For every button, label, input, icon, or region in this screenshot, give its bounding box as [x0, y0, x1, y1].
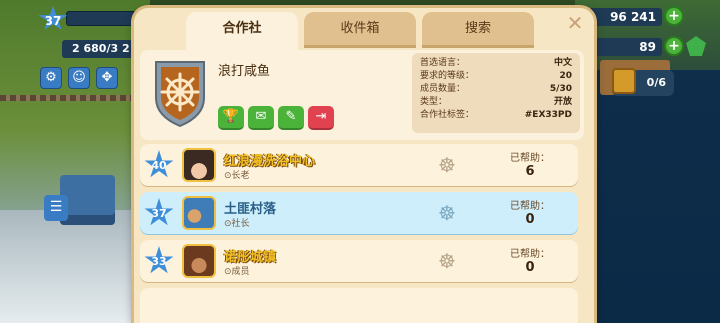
chat-icon[interactable]: ☰: [44, 195, 68, 221]
coop-name: 浪打咸鱼: [218, 64, 271, 79]
member-name: 土匪村落: [224, 202, 277, 217]
coop-dialog: 合作社 收件箱 搜索 ✕ 浪打咸鱼 🏆 ✉ ✎ ⇥ 首选语言： 中文 要求的等级…: [134, 8, 594, 323]
xp-bar[interactable]: [66, 11, 136, 26]
exit-icon: ⇥: [315, 109, 327, 124]
member-level-star: 40: [144, 150, 174, 178]
info-label: 合作社标签：: [420, 110, 475, 120]
helm-wheel-icon: ☸: [438, 249, 456, 273]
info-value: 开放: [553, 97, 572, 107]
gear-icon[interactable]: ⚙: [40, 67, 62, 89]
helm-wheel-icon: ☸: [438, 201, 456, 225]
info-label: 类型：: [420, 97, 448, 107]
close-icon[interactable]: ✕: [564, 12, 586, 34]
helped-label: 已帮助：: [510, 201, 550, 212]
trophy-button[interactable]: 🏆: [218, 106, 244, 130]
add-coins-button[interactable]: +: [664, 6, 684, 26]
helped-label: 已帮助：: [510, 249, 550, 260]
info-value: 20: [559, 71, 572, 81]
tab-coop[interactable]: 合作社: [186, 12, 298, 50]
leave-button[interactable]: ⇥: [308, 106, 334, 130]
add-gems-button[interactable]: +: [664, 36, 684, 56]
pencil-icon: ✎: [285, 109, 297, 124]
info-label: 成员数量：: [420, 84, 466, 94]
info-row-type: 类型： 开放: [420, 96, 572, 109]
avatar[interactable]: [182, 244, 216, 278]
tab-search[interactable]: 搜索: [422, 12, 534, 48]
info-value: 5/30: [549, 84, 572, 94]
helped-label: 已帮助：: [510, 153, 550, 164]
member-row-partial[interactable]: [140, 288, 578, 323]
member-name: 诺彤城镇: [224, 250, 277, 265]
helped-count: 6: [525, 164, 535, 179]
info-value: #EX33PD: [524, 110, 572, 120]
move-icon[interactable]: ✥: [96, 67, 118, 89]
helped-count: 0: [525, 260, 535, 275]
helm-wheel-icon: ☸: [438, 153, 456, 177]
avatar[interactable]: [182, 196, 216, 230]
railway-track: [0, 95, 150, 101]
info-row-required-level: 要求的等级： 20: [420, 70, 572, 83]
member-name: 红浪漫洗浴中心: [224, 154, 316, 169]
gems-counter: 89: [582, 38, 662, 56]
envelope-icon: ✉: [255, 109, 267, 124]
helped-count: 0: [525, 212, 535, 227]
member-row-self[interactable]: 37 土匪村落 ⊙社长 ☸ 已帮助： 0: [140, 192, 578, 234]
mail-button[interactable]: ✉: [248, 106, 274, 130]
trophy-icon: 🏆: [222, 109, 240, 124]
coop-summary-panel: 浪打咸鱼 🏆 ✉ ✎ ⇥ 首选语言： 中文 要求的等级： 20 成员数量： 5/…: [140, 50, 584, 140]
member-row[interactable]: 33 诺彤城镇 ⊙成员 ☸ 已帮助： 0: [140, 240, 578, 282]
member-level-star: 37: [144, 198, 174, 226]
tab-inbox[interactable]: 收件箱: [304, 12, 416, 48]
tab-bar: 合作社 收件箱 搜索: [186, 12, 534, 50]
member-level-star: 33: [144, 246, 174, 274]
building: [60, 175, 115, 225]
population-counter[interactable]: 2 680/3 2: [62, 40, 140, 58]
info-row-language: 首选语言： 中文: [420, 57, 572, 70]
coins-counter: 96 241: [582, 8, 662, 26]
chest-icon[interactable]: [612, 68, 636, 94]
info-row-members: 成员数量： 5/30: [420, 83, 572, 96]
member-row[interactable]: 40 红浪漫洗浴中心 ⊙长老 ☸ 已帮助： 6: [140, 144, 578, 186]
people-icon[interactable]: ☺: [68, 67, 90, 89]
member-role: ⊙长老: [224, 171, 250, 181]
member-list[interactable]: 40 红浪漫洗浴中心 ⊙长老 ☸ 已帮助： 6 37 土匪村落 ⊙社长 ☸ 已帮…: [140, 144, 584, 323]
member-role: ⊙成员: [224, 267, 250, 277]
info-label: 要求的等级：: [420, 71, 475, 81]
info-row-tag: 合作社标签： #EX33PD: [420, 109, 572, 122]
coop-info-box: 首选语言： 中文 要求的等级： 20 成员数量： 5/30 类型： 开放 合作社…: [412, 53, 580, 133]
snow-area: [0, 210, 150, 323]
info-value: 中文: [553, 58, 572, 68]
coop-actions: 🏆 ✉ ✎ ⇥: [218, 106, 334, 130]
info-label: 首选语言：: [420, 58, 466, 68]
edit-button[interactable]: ✎: [278, 106, 304, 130]
member-role: ⊙社长: [224, 219, 250, 229]
avatar[interactable]: [182, 148, 216, 182]
coop-emblem-icon: [155, 61, 205, 128]
